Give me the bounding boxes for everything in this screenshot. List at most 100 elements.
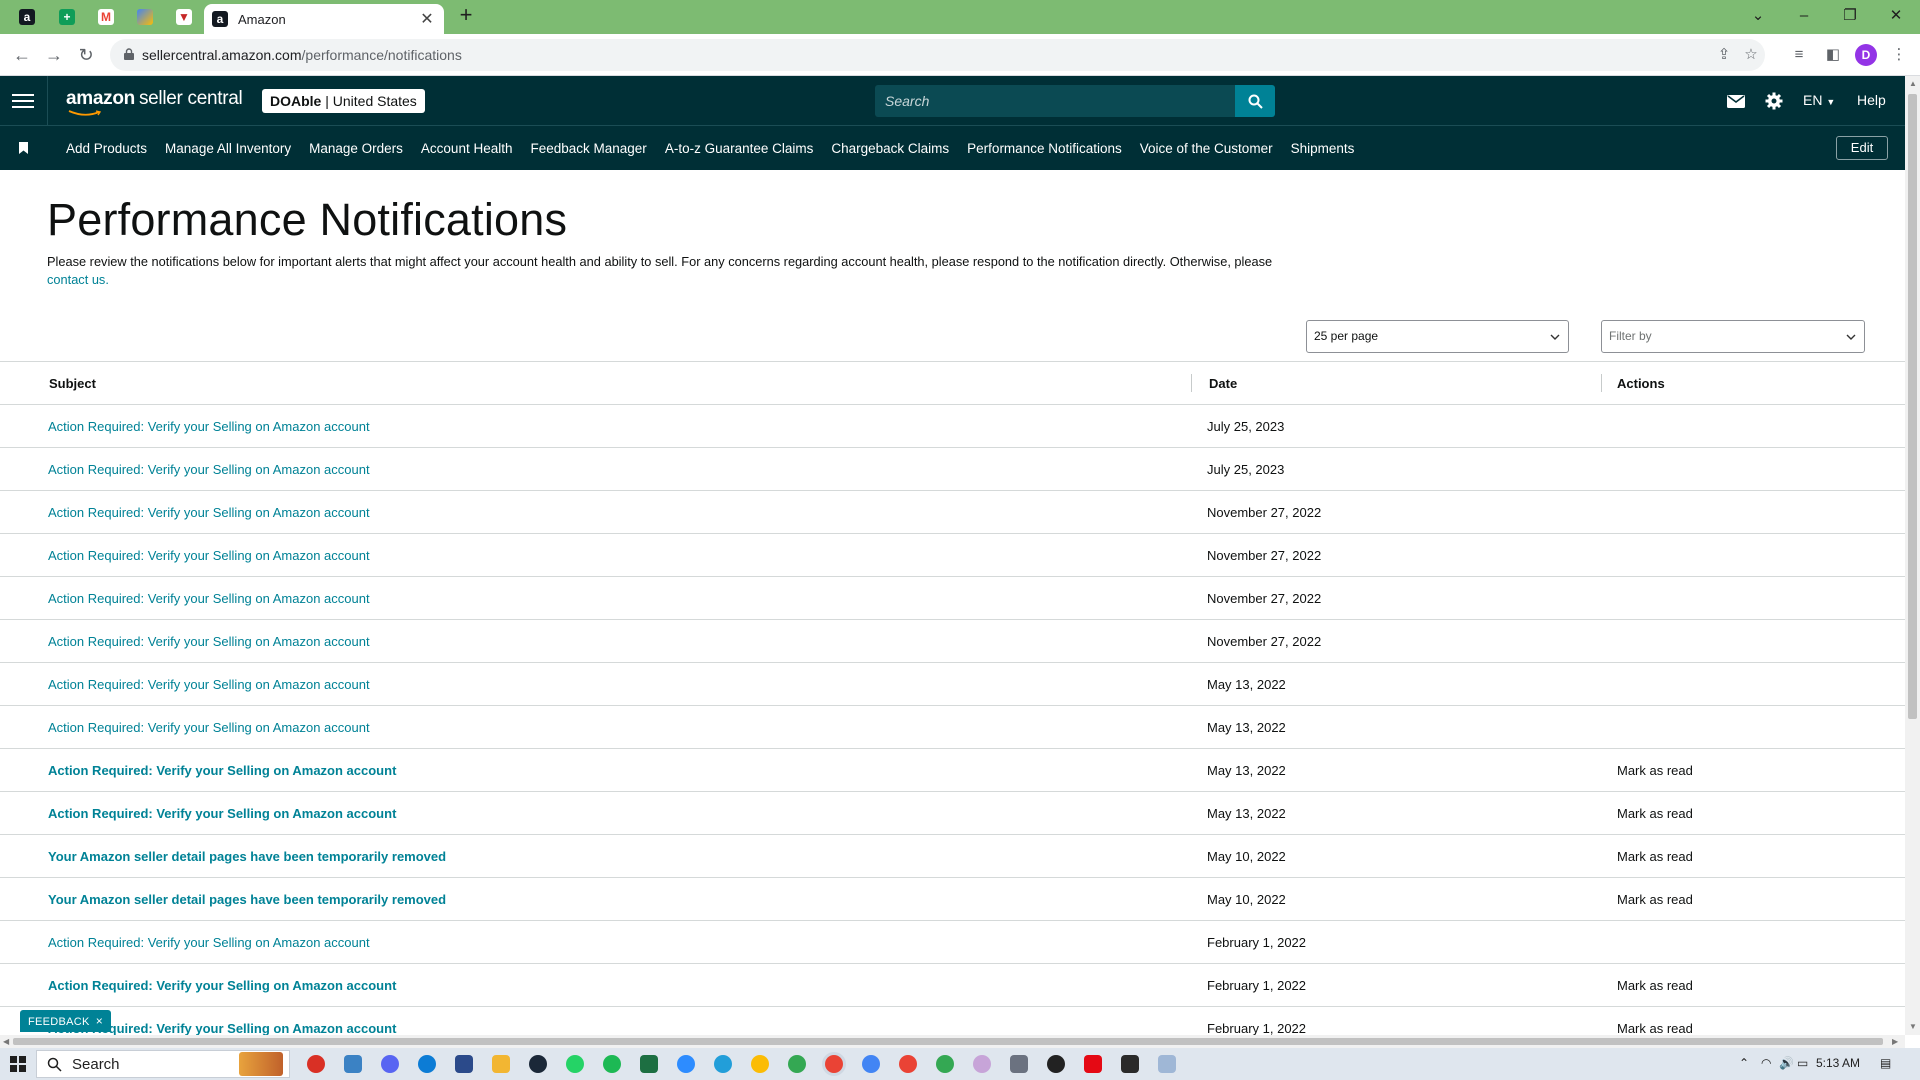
column-header-subject[interactable]: Subject [49, 376, 96, 391]
notification-subject-link[interactable]: Action Required: Verify your Selling on … [48, 419, 370, 434]
notification-subject-link[interactable]: Action Required: Verify your Selling on … [48, 634, 370, 649]
maximize-button[interactable]: ❐ [1827, 2, 1873, 30]
notification-subject-link[interactable]: Action Required: Verify your Selling on … [48, 548, 370, 563]
search-input[interactable] [875, 85, 1235, 117]
chrome-profile-icon[interactable] [788, 1055, 806, 1073]
notification-subject-link[interactable]: Action Required: Verify your Selling on … [48, 462, 370, 477]
close-window-button[interactable]: ✕ [1873, 2, 1919, 30]
media-control-icon[interactable]: ≡ [1788, 44, 1810, 66]
scroll-left-arrow-icon[interactable]: ◀ [3, 1037, 9, 1046]
nav-item-manage-all-inventory[interactable]: Manage All Inventory [156, 141, 300, 156]
mark-as-read-link[interactable]: Mark as read [1617, 849, 1693, 864]
account-switcher[interactable]: DOAble | United States [262, 89, 425, 113]
mark-as-read-link[interactable]: Mark as read [1617, 1021, 1693, 1035]
vertical-scrollbar[interactable]: ▲ ▼ [1905, 76, 1920, 1035]
edit-nav-button[interactable]: Edit [1836, 136, 1888, 160]
mark-as-read-link[interactable]: Mark as read [1617, 978, 1693, 993]
notification-subject-link[interactable]: Action Required: Verify your Selling on … [48, 720, 370, 735]
tab-search-chevron-icon[interactable]: ⌄ [1735, 2, 1781, 30]
mark-as-read-link[interactable]: Mark as read [1617, 892, 1693, 907]
new-tab-button[interactable]: + [454, 4, 478, 28]
settings-gear-icon[interactable] [1763, 90, 1785, 112]
notification-subject-link[interactable]: Action Required: Verify your Selling on … [48, 806, 396, 821]
nav-item-account-health[interactable]: Account Health [412, 141, 522, 156]
nav-item-voice-of-customer[interactable]: Voice of the Customer [1131, 141, 1282, 156]
per-page-select[interactable]: 25 per page [1306, 320, 1569, 353]
notification-subject-link[interactable]: Action Required: Verify your Selling on … [48, 935, 370, 950]
mark-as-read-link[interactable]: Mark as read [1617, 763, 1693, 778]
forward-arrow-icon[interactable]: → [42, 43, 66, 67]
app-red-icon[interactable] [307, 1055, 325, 1073]
notification-subject-link[interactable]: Action Required: Verify your Selling on … [48, 505, 370, 520]
notification-center-icon[interactable]: ▤ [1880, 1056, 1891, 1070]
close-tab-icon[interactable]: ✕ [418, 9, 436, 29]
side-panel-icon[interactable]: ◧ [1822, 44, 1844, 66]
chrome-profile-4-icon[interactable] [936, 1055, 954, 1073]
mark-as-read-link[interactable]: Mark as read [1617, 806, 1693, 821]
paint-icon[interactable] [973, 1055, 991, 1073]
steam-icon[interactable] [529, 1055, 547, 1073]
profile-avatar[interactable]: D [1855, 44, 1877, 66]
file-explorer-icon[interactable] [492, 1055, 510, 1073]
chrome-active-icon[interactable] [825, 1055, 843, 1073]
battery-icon[interactable]: ▭ [1797, 1056, 1808, 1070]
chrome-icon[interactable] [751, 1055, 769, 1073]
nav-item-manage-orders[interactable]: Manage Orders [300, 141, 412, 156]
notification-subject-link[interactable]: Action Required: Verify your Selling on … [48, 677, 370, 692]
notification-subject-link[interactable]: Action Required: Verify your Selling on … [48, 763, 396, 778]
mail-icon[interactable] [1725, 90, 1747, 112]
chrome-menu-icon[interactable]: ⋮ [1888, 44, 1910, 66]
notification-subject-link[interactable]: Action Required: Verify your Selling on … [48, 591, 370, 606]
mail-app-icon[interactable] [344, 1055, 362, 1073]
tray-overflow-chevron-icon[interactable]: ⌃ [1739, 1056, 1749, 1070]
reload-icon[interactable]: ↻ [74, 43, 98, 67]
scroll-up-arrow-icon[interactable]: ▲ [1909, 79, 1917, 88]
pinned-tab-red[interactable]: ▼ [171, 5, 197, 29]
help-link[interactable]: Help [1857, 92, 1886, 108]
pinned-tab-amazon[interactable]: a [14, 5, 40, 29]
contact-us-link[interactable]: contact us. [47, 272, 109, 287]
windows-start-icon[interactable] [10, 1056, 26, 1072]
excel-icon[interactable] [640, 1055, 658, 1073]
spotify-icon[interactable] [603, 1055, 621, 1073]
hamburger-menu-icon[interactable] [12, 90, 34, 112]
nav-item-feedback-manager[interactable]: Feedback Manager [521, 141, 655, 156]
nav-item-performance-notifications[interactable]: Performance Notifications [958, 141, 1131, 156]
close-icon[interactable]: × [96, 1014, 103, 1028]
chrome-profile-2-icon[interactable] [862, 1055, 880, 1073]
notepad-icon[interactable] [1158, 1055, 1176, 1073]
clock-time[interactable]: 5:13 AM [1816, 1056, 1860, 1070]
nav-item-a-to-z-claims[interactable]: A-to-z Guarantee Claims [656, 141, 823, 156]
taskbar-search[interactable]: Search [36, 1050, 290, 1078]
whatsapp-icon[interactable] [566, 1055, 584, 1073]
store-icon[interactable] [455, 1055, 473, 1073]
pinned-tab-app[interactable] [132, 5, 158, 29]
seller-central-logo[interactable]: amazon seller central [66, 88, 243, 110]
column-header-date[interactable]: Date [1209, 376, 1237, 391]
back-arrow-icon[interactable]: ← [10, 43, 34, 67]
chrome-profile-3-icon[interactable] [899, 1055, 917, 1073]
terminal-icon[interactable] [1121, 1055, 1139, 1073]
filter-select[interactable]: Filter by [1601, 320, 1865, 353]
vertical-scroll-thumb[interactable] [1908, 94, 1917, 719]
horizontal-scroll-thumb[interactable] [13, 1038, 1883, 1045]
scroll-right-arrow-icon[interactable]: ▶ [1892, 1037, 1898, 1046]
search-button[interactable] [1235, 85, 1275, 117]
tab-amazon[interactable]: a Amazon ✕ [204, 4, 444, 34]
notification-subject-link[interactable]: Your Amazon seller detail pages have bee… [48, 892, 446, 907]
address-bar[interactable]: sellercentral.amazon.com/performance/not… [110, 39, 1765, 71]
pinned-tab-gmail[interactable]: M [93, 5, 119, 29]
language-selector[interactable]: EN ▼ [1803, 92, 1835, 108]
horizontal-scrollbar[interactable]: ◀ ▶ [0, 1035, 1905, 1048]
bookmark-star-icon[interactable]: ☆ [1741, 45, 1761, 65]
search-field[interactable] [875, 85, 1235, 117]
netflix-icon[interactable] [1084, 1055, 1102, 1073]
obs-icon[interactable] [1047, 1055, 1065, 1073]
discord-icon[interactable] [381, 1055, 399, 1073]
share-icon[interactable]: ⇪ [1714, 45, 1734, 65]
pinned-tab-sheets[interactable]: + [54, 5, 80, 29]
nav-item-chargeback-claims[interactable]: Chargeback Claims [822, 141, 958, 156]
nav-item-shipments[interactable]: Shipments [1282, 141, 1364, 156]
notification-subject-link[interactable]: Your Amazon seller detail pages have bee… [48, 849, 446, 864]
nav-item-add-products[interactable]: Add Products [57, 141, 156, 156]
